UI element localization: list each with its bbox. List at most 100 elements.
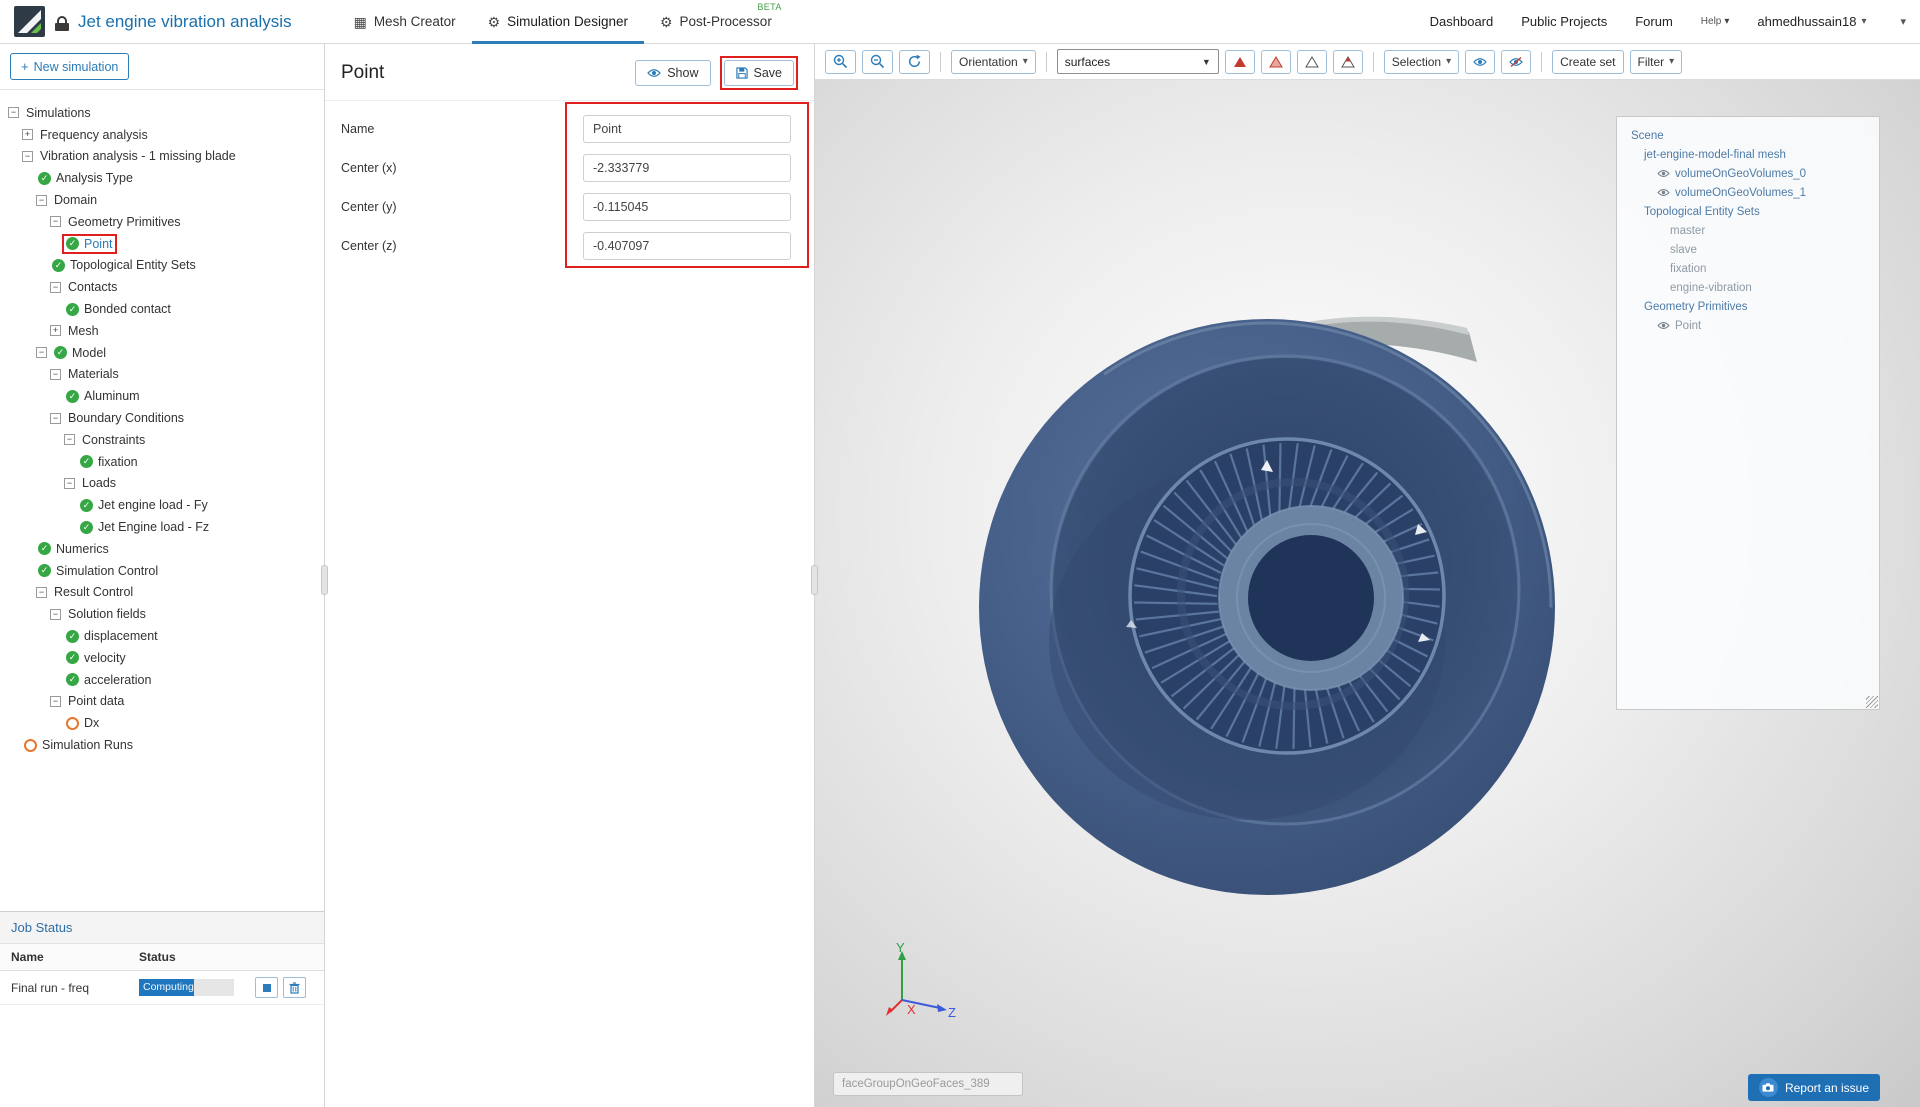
- scene-tree-item[interactable]: jet-engine-model-final mesh: [1625, 145, 1871, 164]
- field-input[interactable]: [583, 115, 791, 143]
- refresh-view-button[interactable]: [899, 50, 930, 74]
- tree-item[interactable]: Mesh: [0, 320, 324, 342]
- tree-item[interactable]: Vibration analysis - 1 missing blade: [0, 146, 324, 168]
- user-menu[interactable]: ahmedhussain18 ▾: [1757, 14, 1866, 29]
- nav-link[interactable]: Help▾: [1701, 16, 1730, 27]
- field-input[interactable]: [583, 193, 791, 221]
- collapse-icon[interactable]: [36, 195, 47, 206]
- tree-item[interactable]: Simulations: [0, 102, 324, 124]
- collapse-icon[interactable]: [50, 282, 61, 293]
- tree-item[interactable]: Analysis Type: [0, 167, 324, 189]
- facegroup-name-input[interactable]: [833, 1072, 1023, 1096]
- nav-link[interactable]: Dashboard▾: [1430, 14, 1494, 29]
- tree-item[interactable]: Materials: [0, 364, 324, 386]
- header-collapse-caret-icon[interactable]: ▾: [1900, 15, 1906, 28]
- collapse-icon[interactable]: [22, 151, 33, 162]
- tree-item[interactable]: acceleration: [0, 669, 324, 691]
- eye-icon[interactable]: [1657, 188, 1670, 197]
- collapse-icon[interactable]: [64, 478, 75, 489]
- tree-item[interactable]: velocity: [0, 647, 324, 669]
- surface-display-select[interactable]: surfaces ▼: [1057, 49, 1219, 74]
- header-tab[interactable]: ▦ Mesh Creator: [338, 0, 472, 44]
- field-input[interactable]: [583, 154, 791, 182]
- hide-selected-button[interactable]: [1501, 50, 1531, 74]
- show-hidden-button[interactable]: [1465, 50, 1495, 74]
- tree-item[interactable]: Contacts: [0, 276, 324, 298]
- sidebar-resize-handle[interactable]: [321, 565, 328, 595]
- tree-item[interactable]: Aluminum: [0, 385, 324, 407]
- scene-tree-item[interactable]: master: [1625, 221, 1871, 240]
- delete-job-button[interactable]: [283, 977, 306, 998]
- header-tab[interactable]: ⚙ Post-Processor BETA: [644, 0, 788, 44]
- scene-tree-item[interactable]: Topological Entity Sets: [1625, 202, 1871, 221]
- expand-icon[interactable]: [22, 129, 33, 140]
- tree-item[interactable]: Geometry Primitives: [0, 211, 324, 233]
- collapse-icon[interactable]: [36, 587, 47, 598]
- scene-tree-item[interactable]: volumeOnGeoVolumes_0: [1625, 164, 1871, 183]
- report-issue-button[interactable]: Report an issue: [1748, 1074, 1880, 1101]
- panel-resize-grip[interactable]: [1866, 696, 1878, 708]
- tree-item[interactable]: Jet Engine load - Fz: [0, 516, 324, 538]
- header-tab[interactable]: ⚙ Simulation Designer: [472, 0, 644, 44]
- tutorial-highlight-save: Save: [720, 56, 799, 90]
- scene-tree-item[interactable]: volumeOnGeoVolumes_1: [1625, 183, 1871, 202]
- filter-dropdown[interactable]: Filter ▾: [1630, 50, 1683, 74]
- tree-item[interactable]: Numerics: [0, 538, 324, 560]
- orientation-dropdown[interactable]: Orientation ▾: [951, 50, 1036, 74]
- scene-tree-item[interactable]: Point: [1625, 316, 1871, 335]
- new-simulation-button[interactable]: New simulation: [10, 53, 129, 80]
- eye-icon[interactable]: [1657, 169, 1670, 178]
- save-button[interactable]: Save: [724, 60, 795, 86]
- collapse-icon[interactable]: [50, 369, 61, 380]
- tree-item[interactable]: fixation: [0, 451, 324, 473]
- invert-visibility-button[interactable]: [1297, 50, 1327, 74]
- tree-item[interactable]: Constraints: [0, 429, 324, 451]
- create-set-button[interactable]: Create set: [1552, 50, 1623, 74]
- eye-icon[interactable]: [1657, 321, 1670, 330]
- collapse-icon[interactable]: [64, 434, 75, 445]
- selection-dropdown[interactable]: Selection ▾: [1384, 50, 1459, 74]
- nav-link[interactable]: Public Projects▾: [1521, 14, 1607, 29]
- tree-item[interactable]: Loads: [0, 473, 324, 495]
- scene-tree-item[interactable]: Geometry Primitives: [1625, 297, 1871, 316]
- zoom-in-button[interactable]: [825, 50, 856, 74]
- scene-tree-item[interactable]: engine-vibration: [1625, 278, 1871, 297]
- tree-item[interactable]: displacement: [0, 625, 324, 647]
- zoom-out-button[interactable]: [862, 50, 893, 74]
- tree-item[interactable]: Domain: [0, 189, 324, 211]
- tree-item[interactable]: Simulation Control: [0, 560, 324, 582]
- nav-link[interactable]: Forum▾: [1635, 14, 1673, 29]
- tree-item[interactable]: Result Control: [0, 582, 324, 604]
- collapse-icon[interactable]: [50, 216, 61, 227]
- show-button[interactable]: Show: [635, 60, 710, 86]
- tree-item[interactable]: Bonded contact: [0, 298, 324, 320]
- tree-item[interactable]: Simulation Runs: [0, 734, 324, 756]
- collapse-icon[interactable]: [50, 696, 61, 707]
- panel-resize-handle[interactable]: [811, 565, 818, 595]
- tree-item[interactable]: Boundary Conditions: [0, 407, 324, 429]
- show-all-faces-button[interactable]: [1333, 50, 1363, 74]
- show-faces-button[interactable]: [1261, 50, 1291, 74]
- collapse-icon[interactable]: [50, 609, 61, 620]
- tree-item[interactable]: Frequency analysis: [0, 124, 324, 146]
- scene-tree-item[interactable]: fixation: [1625, 259, 1871, 278]
- field-input[interactable]: [583, 232, 791, 260]
- tree-item[interactable]: Point: [0, 233, 324, 255]
- tree-item[interactable]: Dx: [0, 712, 324, 734]
- tree-item[interactable]: Solution fields: [0, 603, 324, 625]
- stop-job-button[interactable]: [255, 977, 278, 998]
- viewer-canvas[interactable]: Scene jet-engine-model-final mesh: [815, 80, 1920, 1107]
- collapse-icon[interactable]: [8, 107, 19, 118]
- expand-icon[interactable]: [50, 325, 61, 336]
- tree-item[interactable]: Jet engine load - Fy: [0, 494, 324, 516]
- tree-item[interactable]: Model: [0, 342, 324, 364]
- tree-item-label: Dx: [84, 716, 99, 730]
- scene-tree-item[interactable]: Scene: [1625, 126, 1871, 145]
- collapse-icon[interactable]: [50, 413, 61, 424]
- tree-item[interactable]: Topological Entity Sets: [0, 255, 324, 277]
- app-logo-icon[interactable]: [14, 6, 45, 37]
- scene-tree-item[interactable]: slave: [1625, 240, 1871, 259]
- collapse-icon[interactable]: [36, 347, 47, 358]
- tree-item[interactable]: Point data: [0, 691, 324, 713]
- hide-faces-button[interactable]: [1225, 50, 1255, 74]
